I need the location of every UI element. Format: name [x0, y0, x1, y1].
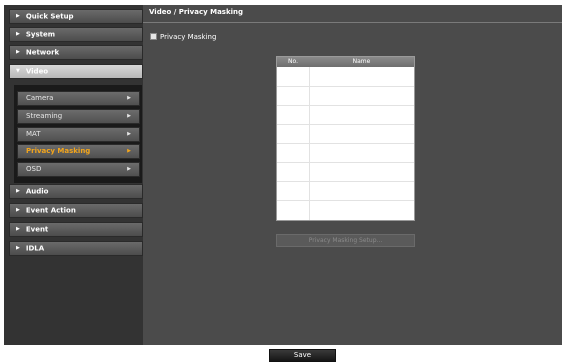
settings-window: ▶ Quick Setup ▶ System ▶ Network ▼ Video Cam…: [0, 0, 562, 362]
sidebar-item-idla[interactable]: ▶ IDLA: [9, 241, 143, 256]
caret-right-icon: ▶: [16, 49, 20, 55]
chevron-right-icon: ▶: [127, 131, 131, 137]
caret-right-icon: ▶: [16, 13, 20, 19]
submenu-item-streaming[interactable]: Streaming ▶: [17, 109, 140, 124]
table-row-divider: [277, 124, 414, 125]
sidebar-item-audio[interactable]: ▶ Audio: [9, 184, 143, 199]
caret-right-icon: ▶: [16, 245, 20, 251]
table-row-divider: [277, 143, 414, 144]
content-panel: Video / Privacy Masking Privacy Masking …: [143, 5, 562, 345]
title-divider: [143, 22, 562, 23]
save-button[interactable]: Save: [269, 349, 336, 362]
table-header: No. Name: [277, 57, 414, 67]
chevron-right-icon: ▶: [127, 113, 131, 119]
table-row-divider: [277, 162, 414, 163]
caret-right-icon: ▶: [16, 207, 20, 213]
privacy-masking-checkbox-label: Privacy Masking: [160, 33, 217, 41]
privacy-mask-table: No. Name: [276, 56, 415, 221]
submenu-item-camera[interactable]: Camera ▶: [17, 91, 140, 106]
table-row-divider: [277, 200, 414, 201]
column-header-name: Name: [352, 58, 371, 65]
sidebar-item-event-action[interactable]: ▶ Event Action: [9, 203, 143, 218]
sidebar-item-system[interactable]: ▶ System: [9, 27, 143, 42]
caret-down-icon: ▼: [16, 68, 20, 74]
chevron-right-icon: ▶: [127, 166, 131, 172]
submenu-item-osd[interactable]: OSD ▶: [17, 162, 140, 177]
submenu-item-privacy-masking[interactable]: Privacy Masking ▶: [17, 144, 140, 159]
sidebar-item-quick-setup[interactable]: ▶ Quick Setup: [9, 9, 143, 24]
privacy-masking-checkbox[interactable]: [150, 33, 157, 40]
caret-right-icon: ▶: [16, 31, 20, 37]
sidebar-nav: ▶ Quick Setup ▶ System ▶ Network ▼ Video Cam…: [4, 5, 143, 345]
column-header-no: No.: [288, 58, 298, 65]
privacy-masking-setup-button[interactable]: Privacy Masking Setup...: [276, 234, 415, 247]
chevron-right-icon: ▶: [127, 95, 131, 101]
caret-right-icon: ▶: [16, 226, 20, 232]
table-row-divider: [277, 86, 414, 87]
chevron-right-icon: ▶: [127, 148, 131, 154]
sidebar-item-video[interactable]: ▼ Video: [9, 64, 143, 79]
sidebar-item-network[interactable]: ▶ Network: [9, 45, 143, 60]
video-submenu: Camera ▶ Streaming ▶ MAT ▶ Privacy Masking ▶…: [14, 85, 142, 183]
sidebar-item-event[interactable]: ▶ Event: [9, 222, 143, 237]
submenu-item-mat[interactable]: MAT ▶: [17, 127, 140, 142]
caret-right-icon: ▶: [16, 188, 20, 194]
page-title: Video / Privacy Masking: [149, 8, 244, 16]
table-row-divider: [277, 181, 414, 182]
table-row-divider: [277, 105, 414, 106]
